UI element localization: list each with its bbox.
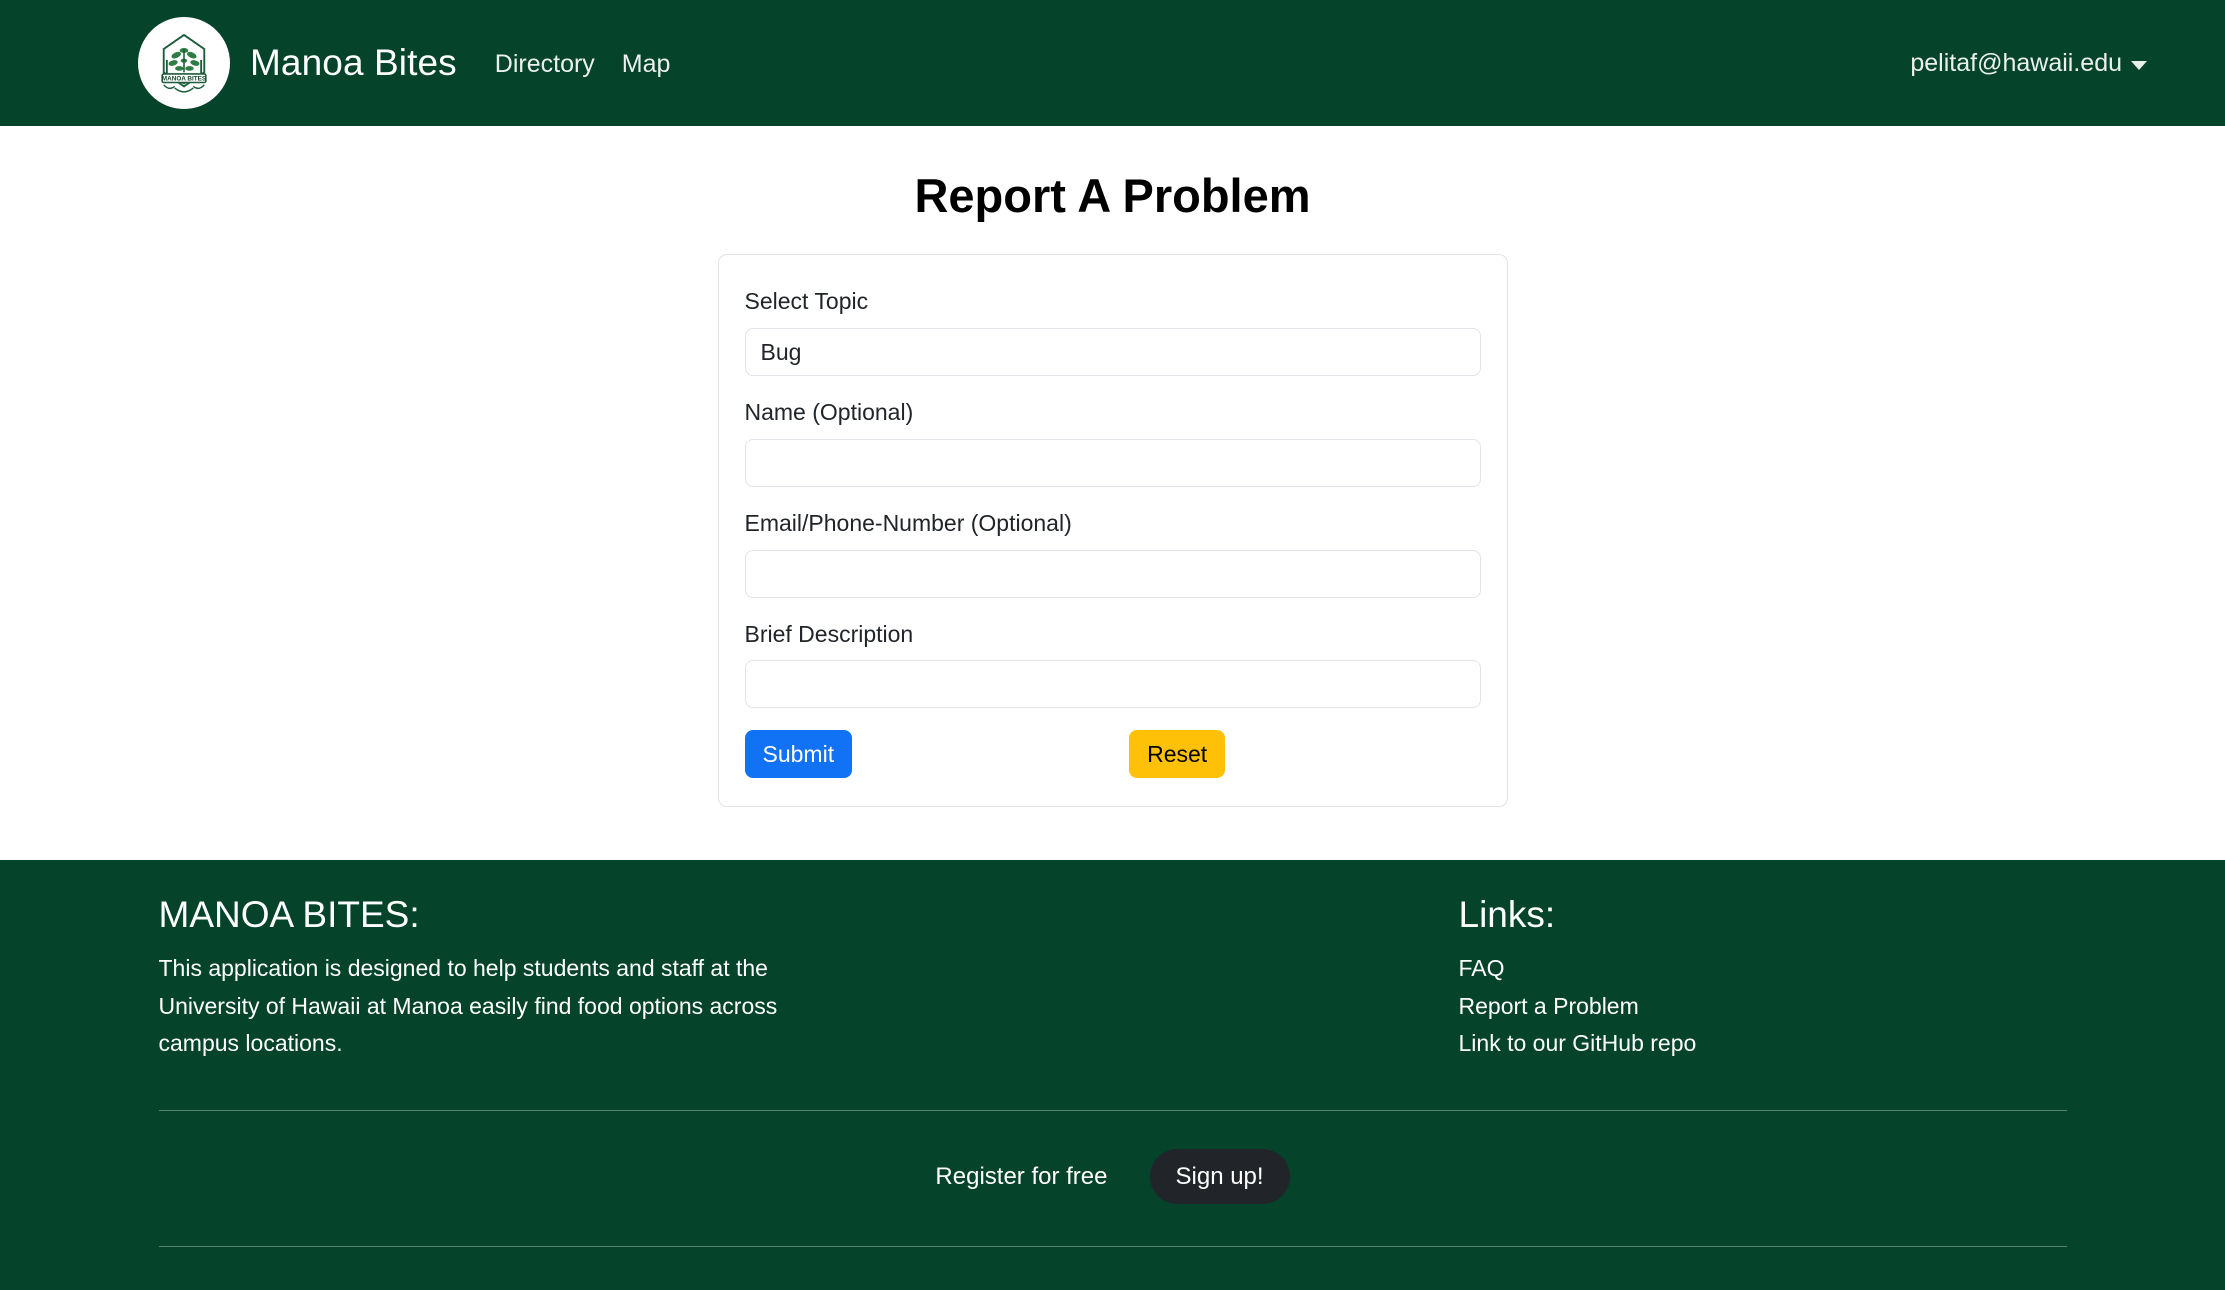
brand-home-link[interactable]: MANOA BITES Manoa Bites	[138, 17, 457, 109]
page-title: Report A Problem	[914, 169, 1311, 222]
field-brief-description: Brief Description	[744, 620, 1481, 709]
top-navbar: MANOA BITES Manoa Bites Directory Map pe…	[0, 0, 2225, 126]
footer-inner: MANOA BITES: This application is designe…	[158, 860, 2067, 1247]
footer-links-heading: Links:	[1458, 894, 1556, 935]
name-input[interactable]	[744, 438, 1481, 487]
field-email-phone: Email/Phone-Number (Optional)	[744, 509, 1481, 598]
label-email-phone: Email/Phone-Number (Optional)	[744, 509, 1072, 536]
footer-about-text: This application is designed to help stu…	[158, 955, 778, 1056]
register-for-free-label: Register for free	[935, 1162, 1108, 1190]
nav-item-map[interactable]: Map	[622, 50, 671, 79]
chevron-down-icon	[2131, 60, 2147, 70]
label-brief-description: Brief Description	[744, 620, 914, 647]
form-actions: Submit Reset	[744, 730, 1481, 779]
site-footer: MANOA BITES: This application is designe…	[0, 860, 2225, 1290]
footer-columns: MANOA BITES: This application is designe…	[159, 892, 2067, 1062]
user-email-label: pelitaf@hawaii.edu	[1910, 48, 2122, 77]
manoa-bites-logo-icon: MANOA BITES	[138, 17, 230, 109]
main-content: Report A Problem Select Topic Name (Opti…	[0, 126, 2225, 860]
label-name: Name (Optional)	[744, 399, 914, 426]
label-select-topic: Select Topic	[744, 288, 869, 315]
sign-up-button[interactable]: Sign up!	[1149, 1149, 1290, 1204]
footer-link-faq[interactable]: FAQ	[1459, 950, 2019, 987]
svg-text:MANOA BITES: MANOA BITES	[162, 76, 206, 83]
nav-item-directory[interactable]: Directory	[495, 50, 595, 79]
navbar-right: pelitaf@hawaii.edu	[1910, 49, 2147, 78]
brand-title: Manoa Bites	[250, 42, 457, 83]
primary-nav: Directory Map	[495, 47, 671, 79]
brief-description-input[interactable]	[744, 660, 1481, 709]
footer-divider-bottom	[158, 1246, 2067, 1247]
field-name: Name (Optional)	[744, 398, 1481, 487]
footer-links-column: Links: FAQ Report a Problem Link to our …	[1459, 892, 2019, 1062]
footer-link-report-a-problem[interactable]: Report a Problem	[1459, 988, 2019, 1025]
footer-about-heading: MANOA BITES:	[158, 894, 420, 935]
reset-button[interactable]: Reset	[1129, 730, 1226, 779]
footer-link-github-repo[interactable]: Link to our GitHub repo	[1459, 1025, 2019, 1062]
register-row: Register for free Sign up!	[159, 1111, 2067, 1204]
report-problem-form: Select Topic Name (Optional) Email/Phone…	[717, 254, 1508, 808]
field-select-topic: Select Topic	[744, 287, 1481, 377]
user-account-dropdown[interactable]: pelitaf@hawaii.edu	[1910, 49, 2147, 78]
email-phone-input[interactable]	[744, 549, 1481, 598]
select-topic-input[interactable]	[744, 328, 1481, 377]
footer-about-column: MANOA BITES: This application is designe…	[159, 892, 1459, 1062]
submit-button[interactable]: Submit	[744, 730, 853, 779]
